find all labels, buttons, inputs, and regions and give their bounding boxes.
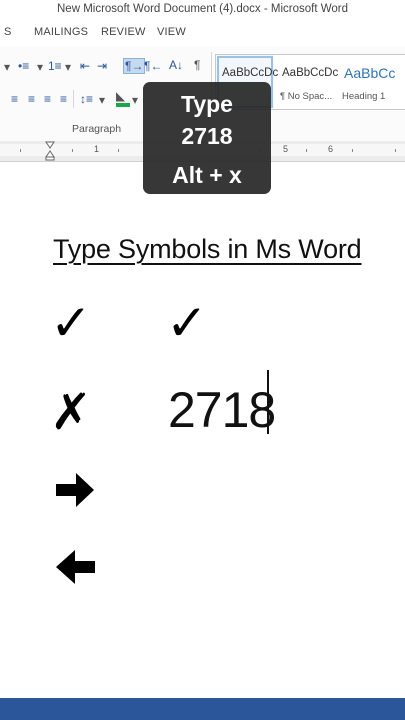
ruler-tick — [20, 149, 21, 152]
bullets-dropdown-arrow-icon[interactable]: ▾ — [4, 60, 10, 74]
check-mark-symbol: ✓ — [50, 294, 92, 352]
ruler-tick — [72, 149, 73, 152]
instruction-overlay: Type 2718 Alt + x — [143, 82, 271, 194]
typed-code-text: 2718 — [168, 382, 276, 438]
ruler-number: 1 — [94, 144, 100, 154]
align-left-icon[interactable]: ≡ — [11, 92, 18, 106]
cross-mark-symbol: ✗ — [50, 383, 92, 441]
tab-mailings[interactable]: MAILINGS — [34, 26, 88, 38]
ruler-tick — [118, 149, 119, 152]
decrease-indent-icon[interactable]: ⇤ — [80, 59, 90, 73]
style-heading-1[interactable]: AaBbCc Heading 1 — [338, 55, 405, 109]
document-title: Type Symbols in Ms Word — [53, 234, 362, 264]
rtl-direction-icon[interactable]: ¶← — [144, 59, 162, 73]
sort-icon[interactable]: A↓ — [169, 58, 183, 72]
shading-color-bar — [116, 103, 130, 107]
align-center-icon[interactable]: ≡ — [28, 92, 35, 106]
document-page[interactable]: Type Symbols in Ms Word ✓ ✓ ✗ 2718 — [0, 162, 405, 698]
check-mark-symbol: ✓ — [166, 294, 208, 352]
bullets-icon[interactable]: •≡ — [18, 59, 29, 73]
window-title-bar: New Microsoft Word Document (4).docx - M… — [0, 0, 405, 20]
overlay-line-type: Type — [181, 91, 233, 117]
paragraph-group-label: Paragraph — [72, 123, 122, 135]
bullets-dropdown-icon[interactable]: ▾ — [37, 60, 43, 74]
line-spacing-icon[interactable]: ↕≡ — [80, 92, 93, 106]
tab-view[interactable]: VIEW — [157, 26, 186, 38]
overlay-line-shortcut: Alt + x — [172, 162, 242, 188]
shading-icon[interactable]: ◣ — [116, 89, 125, 103]
tab-design[interactable]: S — [4, 26, 12, 38]
right-arrow-symbol — [56, 473, 94, 507]
left-arrow-symbol — [56, 550, 95, 584]
window-title: New Microsoft Word Document (4).docx - M… — [57, 3, 348, 15]
justify-icon[interactable]: ≡ — [60, 92, 67, 106]
align-right-icon[interactable]: ≡ — [44, 92, 51, 106]
ltr-direction-icon[interactable]: ¶→ — [123, 58, 146, 74]
ruler-tick — [306, 149, 307, 152]
ruler-tick — [395, 149, 396, 152]
style-no-spacing[interactable]: AaBbCcDc ¶ No Spac... — [276, 55, 339, 109]
ribbon-separator — [73, 90, 74, 108]
ribbon-tabs: S MAILINGS REVIEW VIEW — [0, 20, 405, 46]
show-formatting-marks-icon[interactable]: ¶ — [194, 58, 200, 72]
style-sample: AaBbCcDc — [222, 67, 279, 79]
text-cursor — [267, 370, 269, 434]
line-spacing-dropdown-icon[interactable]: ▾ — [99, 93, 105, 107]
style-sample: AaBbCc — [344, 65, 396, 81]
numbering-dropdown-icon[interactable]: ▾ — [65, 60, 71, 74]
ruler-tick — [352, 149, 353, 152]
status-bar — [0, 698, 405, 720]
overlay-line-code: 2718 — [181, 123, 233, 149]
style-sample: AaBbCcDc — [282, 67, 339, 79]
tab-review[interactable]: REVIEW — [101, 26, 146, 38]
style-name: ¶ No Spac... — [280, 91, 333, 102]
shading-dropdown-icon[interactable]: ▾ — [132, 93, 138, 107]
style-name: Heading 1 — [342, 91, 386, 102]
increase-indent-icon[interactable]: ⇥ — [97, 59, 107, 73]
ruler-number: 6 — [328, 144, 334, 154]
numbering-icon[interactable]: 1≡ — [48, 59, 62, 73]
ruler-number: 5 — [283, 144, 289, 154]
indent-marker-icon[interactable] — [45, 141, 55, 161]
